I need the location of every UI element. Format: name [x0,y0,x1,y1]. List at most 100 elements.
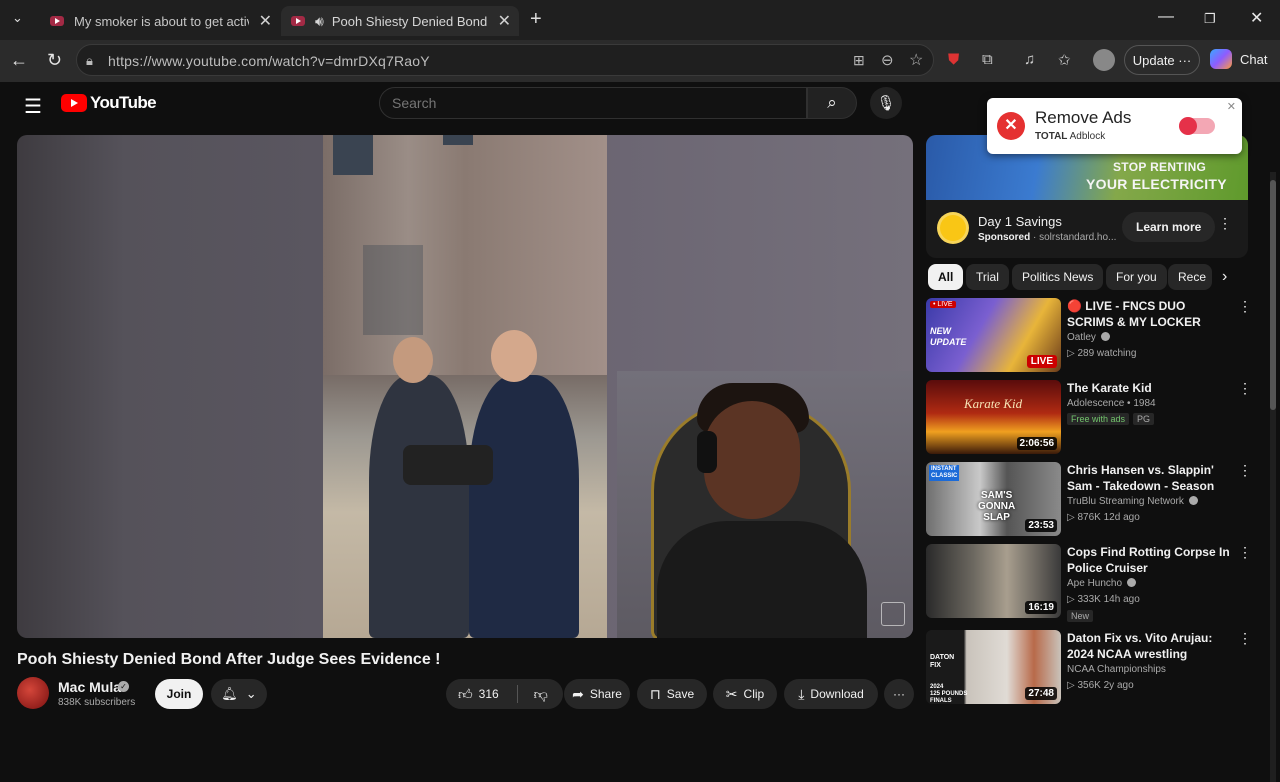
recommendation-meta: ▷ 356K 2y ago [1067,680,1134,691]
close-window-icon[interactable]: ✕ [1250,8,1263,28]
channel-name[interactable]: Mac Mula [58,679,121,695]
favorite-star-icon[interactable]: ☆ [909,50,923,70]
video-thumbnail[interactable]: • LIVE NEW UPDATE LIVE [926,298,1061,372]
save-button[interactable]: ⊓ Save [637,679,707,709]
like-icon[interactable]: 👍︎ [458,686,473,703]
recommendation-meta: ▷ 289 watching [1067,348,1137,359]
more-icon[interactable]: ⋮ [1238,380,1252,397]
ad-title[interactable]: Day 1 Savings [978,214,1062,229]
recommendation-item[interactable]: 16:19 Cops Find Rotting Corpse In Police… [926,544,1256,622]
recommendation-title[interactable]: Daton Fix vs. Vito Arujau: 2024 NCAA wre… [1067,630,1232,662]
share-icon: ➦ [572,685,584,702]
recommendation-channel[interactable]: TruBlu Streaming Network [1067,496,1198,507]
video-thumbnail[interactable]: 16:19 [926,544,1061,618]
more-icon[interactable]: ⋮ [1238,298,1252,315]
more-actions-button[interactable]: ··· [884,679,914,709]
recommendation-channel[interactable]: NCAA Championships [1067,664,1166,675]
tab-title: Pooh Shiesty Denied Bond After Judge See… [331,13,487,29]
remove-ads-toggle[interactable] [1179,117,1215,135]
tab-search-icon[interactable]: ⌄ [12,10,23,26]
adblock-icon[interactable]: ⛊ [948,51,959,68]
tab-inactive[interactable]: My smoker is about to get active. ✕ [40,6,280,36]
search-button[interactable]: ⌕ [807,87,857,119]
recommendation-channel[interactable]: Ape Huncho [1067,578,1136,589]
more-icon[interactable]: ⋮ [1238,462,1252,479]
copilot-chat-button[interactable]: Chat [1210,49,1267,69]
verified-icon: ✓ [118,681,129,692]
new-tab-icon[interactable]: + [530,8,542,31]
channel-avatar[interactable] [17,677,49,709]
video-thumbnail[interactable]: Karate Kid 2:06:56 [926,380,1061,454]
profile-icon[interactable] [1093,49,1115,71]
minimize-icon[interactable]: — [1158,8,1174,26]
hamburger-menu-icon[interactable]: ☰ [24,94,42,119]
close-tab-icon[interactable]: ✕ [259,11,272,31]
recommendation-channel[interactable]: Adolescence • 1984 [1067,398,1156,409]
back-icon[interactable]: ← [10,50,28,71]
streamer [704,401,800,519]
video-thumbnail[interactable]: DATON FIX 2024 125 POUNDS FINALS 27:48 [926,630,1061,704]
chip-politics-news[interactable]: Politics News [1012,264,1104,290]
channel-watermark-icon[interactable] [881,602,905,626]
recommendation-title[interactable]: Cops Find Rotting Corpse In Police Cruis… [1067,544,1232,576]
search-box[interactable] [379,87,807,119]
site-info-icon[interactable]: 🔒︎ [86,53,93,69]
extensions-icon[interactable]: ⧉ [982,51,993,68]
download-button[interactable]: ⤓ Download [784,679,878,709]
recommendation-item[interactable]: DATON FIX 2024 125 POUNDS FINALS 27:48 Dato… [926,630,1256,708]
like-count[interactable]: 316 [479,687,499,701]
apps-icon[interactable]: ⊞ [853,52,865,69]
collections-icon[interactable]: ♫ [1024,51,1035,68]
dislike-icon[interactable]: 👎︎ [534,686,548,703]
notifications-button[interactable]: 🔔︎ ⌄ [211,679,267,709]
recommendation-title[interactable]: 🔴 LIVE - FNCS DUO SCRIMS & MY LOCKER BUN… [1067,298,1232,330]
more-icon[interactable]: ⋮ [1238,630,1252,647]
bookmark-icon: ⊓ [649,685,661,702]
video-duration: 27:48 [1025,687,1057,700]
chip-for-you[interactable]: For you [1106,264,1167,290]
voice-search-button[interactable]: 🎙︎ [870,87,902,119]
share-button[interactable]: ➦ Share [564,679,630,709]
microphone-icon: 🎙︎ [876,95,896,112]
more-icon[interactable]: ⋮ [1238,544,1252,561]
recommendation-channel[interactable]: Oatley [1067,332,1110,343]
chevron-right-icon[interactable]: › [1222,268,1227,286]
recommendation-item[interactable]: • LIVE NEW UPDATE LIVE 🔴 LIVE - FNCS DUO … [926,298,1256,376]
page-scrollbar[interactable] [1270,172,1276,782]
close-tab-icon[interactable]: ✕ [498,11,511,31]
copilot-icon [1210,49,1232,69]
refresh-icon[interactable]: ↻ [47,50,62,71]
chip-all[interactable]: All [928,264,964,290]
address-bar[interactable]: 🔒︎ https://www.youtube.com/watch?v=dmrDX… [76,44,934,76]
chip-trial[interactable]: Trial [966,264,1009,290]
url-text[interactable]: https://www.youtube.com/watch?v=dmrDXq7R… [108,53,430,69]
recommendation-title[interactable]: Chris Hansen vs. Slappin' Sam - Takedown… [1067,462,1232,494]
ad-sponsor-line: Sponsored · solrstandard.ho... [978,232,1117,243]
favorites-icon[interactable]: ✩ [1058,51,1071,69]
youtube-logo[interactable]: YouTube [61,93,157,113]
video-thumbnail[interactable]: INSTANT CLASSIC SAM'S GONNA SLAP 23:53 [926,462,1061,536]
video-duration: 2:06:56 [1016,437,1057,450]
recommendation-item[interactable]: Karate Kid 2:06:56 The Karate Kid Adoles… [926,380,1256,458]
recommendation-badges: Free with ads PG [1067,413,1158,425]
update-button[interactable]: Update ··· [1124,45,1200,75]
tab-active[interactable]: 🔊︎ Pooh Shiesty Denied Bond After Judge … [281,6,519,36]
zoom-icon[interactable]: ⊖ [881,51,894,69]
recommendation-title[interactable]: The Karate Kid [1067,380,1232,396]
clip-button[interactable]: ✂ Clip [713,679,777,709]
person-right [469,375,579,638]
ad-more-icon[interactable]: ⋮ [1218,215,1232,232]
more-icon: ··· [893,687,905,701]
restore-icon[interactable]: ❐ [1204,11,1216,27]
video-player[interactable] [17,135,913,638]
speaker-icon[interactable]: 🔊︎ [315,13,324,30]
recommendation-item[interactable]: INSTANT CLASSIC SAM'S GONNA SLAP 23:53 Chri… [926,462,1256,540]
search-input[interactable] [380,88,806,118]
chip-recent[interactable]: Rece [1168,264,1212,290]
popup-close-icon[interactable]: ✕ [1227,100,1236,113]
streamer-webcam [617,371,913,638]
join-button[interactable]: Join [155,679,203,709]
adblock-popup: ✕ Remove Ads TOTAL Adblock ✕ [987,98,1242,154]
learn-more-button[interactable]: Learn more [1122,212,1216,242]
bell-icon: 🔔︎ [221,686,238,701]
